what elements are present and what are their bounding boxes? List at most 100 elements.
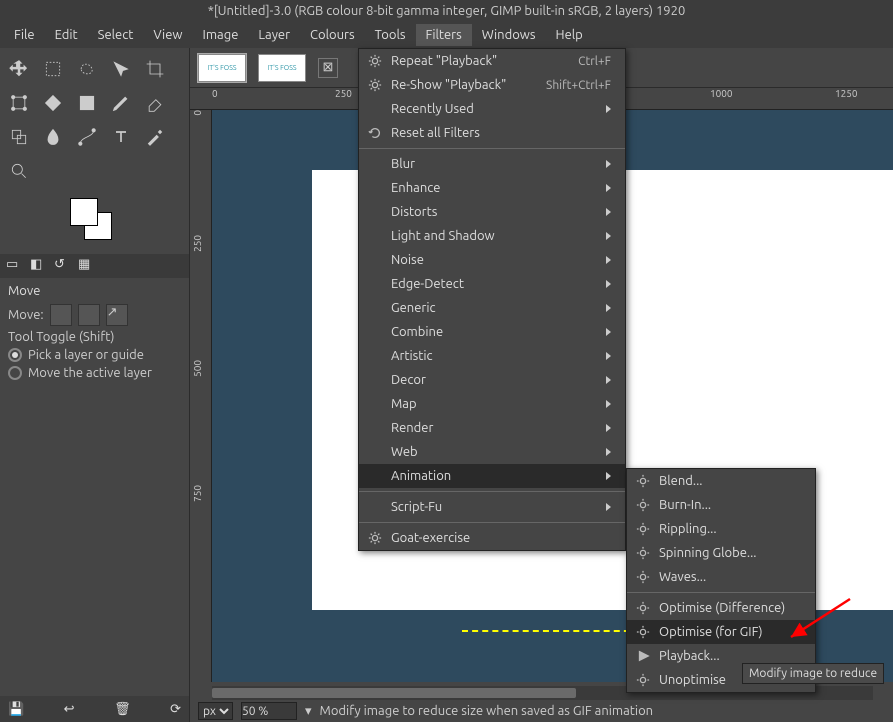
menu-tools[interactable]: Tools [365,24,416,46]
menu-reshow-filter[interactable]: Re-Show "Playback"Shift+Ctrl+F [359,73,625,97]
menu-view[interactable]: View [143,24,192,46]
menu-blend[interactable]: Blend... [627,469,815,493]
radio-move-active[interactable] [8,366,22,380]
menu-rippling[interactable]: Rippling... [627,517,815,541]
menu-decor[interactable]: Decor [359,368,625,392]
menu-colours[interactable]: Colours [300,24,365,46]
move-label: Move: [8,308,44,322]
menu-repeat-filter[interactable]: Repeat "Playback"Ctrl+F [359,49,625,73]
menu-animation[interactable]: Animation [359,464,625,488]
menu-file[interactable]: File [4,24,45,46]
free-select-tool-icon[interactable] [72,54,102,84]
submenu-arrow-icon [606,503,611,511]
menu-layer[interactable]: Layer [248,24,300,46]
menu-edge-detect[interactable]: Edge-Detect [359,272,625,296]
menu-goat-exercise[interactable]: Goat-exercise [359,526,625,550]
ruler-tick: 1250 [835,88,858,99]
menu-script-fu[interactable]: Script-Fu [359,495,625,519]
ruler-tick: 250 [335,88,352,99]
image-tab-1[interactable]: IT'S FOSS [198,54,246,82]
gear-icon [635,497,651,513]
rect-select-tool-icon[interactable] [38,54,68,84]
menu-combine[interactable]: Combine [359,320,625,344]
tool-options-tab-icon[interactable]: ▭ [6,257,24,275]
fuzzy-select-tool-icon[interactable] [106,54,136,84]
menu-filters[interactable]: Filters [416,24,472,46]
delete-preset-icon[interactable]: 🗑 [114,702,131,717]
paths-tool-icon[interactable] [72,122,102,152]
fg-color-swatch[interactable] [70,198,98,226]
menu-render[interactable]: Render [359,416,625,440]
pencil-tool-icon[interactable] [106,88,136,118]
status-message: Modify image to reduce size when saved a… [320,704,654,718]
scrollbar-thumb[interactable] [212,688,576,698]
submenu-arrow-icon [606,352,611,360]
transform-tool-icon[interactable] [4,88,34,118]
move-selection-icon[interactable] [78,304,100,326]
reset-icon [367,125,383,141]
menu-help[interactable]: Help [546,24,593,46]
menu-generic[interactable]: Generic [359,296,625,320]
submenu-arrow-icon [606,105,611,113]
image-tab-2[interactable]: IT'S FOSS [258,54,306,82]
menu-light-shadow[interactable]: Light and Shadow [359,224,625,248]
submenu-arrow-icon [606,256,611,264]
submenu-arrow-icon [606,448,611,456]
submenu-arrow-icon [606,376,611,384]
animation-submenu: Blend... Burn-In... Rippling... Spinning… [626,468,816,693]
menu-waves[interactable]: Waves... [627,565,815,589]
eraser-tool-icon[interactable] [140,88,170,118]
unit-select[interactable]: px [198,702,233,720]
menu-map[interactable]: Map [359,392,625,416]
gear-icon [367,530,383,546]
undo-history-tab-icon[interactable]: ↺ [54,257,72,275]
menu-noise[interactable]: Noise [359,248,625,272]
menu-image[interactable]: Image [193,24,249,46]
gear-icon [635,521,651,537]
smudge-tool-icon[interactable] [38,122,68,152]
text-tool-icon[interactable] [106,122,136,152]
menu-spinning-globe[interactable]: Spinning Globe... [627,541,815,565]
move-layer-icon[interactable] [50,304,72,326]
crop-tool-icon[interactable] [140,54,170,84]
zoom-tool-icon[interactable] [4,156,34,186]
menu-enhance[interactable]: Enhance [359,176,625,200]
color-swatches[interactable] [70,198,120,248]
clone-tool-icon[interactable] [4,122,34,152]
bucket-tool-icon[interactable] [38,88,68,118]
tooltip: Modify image to reduce [742,663,884,684]
images-tab-icon[interactable]: ▦ [78,257,96,275]
menu-select[interactable]: Select [88,24,144,46]
submenu-arrow-icon [606,208,611,216]
submenu-arrow-icon [606,400,611,408]
zoom-input[interactable] [241,702,297,720]
menu-recently-used[interactable]: Recently Used [359,97,625,121]
color-picker-tool-icon[interactable] [140,122,170,152]
menu-edit[interactable]: Edit [45,24,88,46]
menu-reset-filters[interactable]: Reset all Filters [359,121,625,145]
submenu-arrow-icon [606,184,611,192]
menu-blur[interactable]: Blur [359,152,625,176]
restore-preset-icon[interactable]: ↩ [64,702,75,717]
radio-pick-layer[interactable] [8,348,22,362]
reset-preset-icon[interactable]: ⟳ [170,702,181,717]
menu-burn-in[interactable]: Burn-In... [627,493,815,517]
gear-icon [367,53,383,69]
window-title: *[Untitled]-3.0 (RGB colour 8-bit gamma … [0,0,893,22]
submenu-arrow-icon [606,160,611,168]
menu-artistic[interactable]: Artistic [359,344,625,368]
menu-windows[interactable]: Windows [472,24,546,46]
filters-menu: Repeat "Playback"Ctrl+F Re-Show "Playbac… [358,48,626,551]
menu-distorts[interactable]: Distorts [359,200,625,224]
move-path-icon[interactable]: ↗ [106,304,128,326]
close-tab-button[interactable]: ⊠ [318,58,338,78]
save-preset-icon[interactable]: 💾 [8,702,24,717]
gradient-tool-icon[interactable] [72,88,102,118]
device-status-tab-icon[interactable]: ◧ [30,257,48,275]
move-tool-icon[interactable] [4,54,34,84]
left-panel: ▭ ◧ ↺ ▦ Move Move: ↗ Tool Toggle (Shift)… [0,48,190,722]
radio-pick-layer-label: Pick a layer or guide [28,348,144,362]
ruler-vertical[interactable]: 0 250 500 750 [190,110,212,682]
menu-web[interactable]: Web [359,440,625,464]
gear-icon [367,77,383,93]
